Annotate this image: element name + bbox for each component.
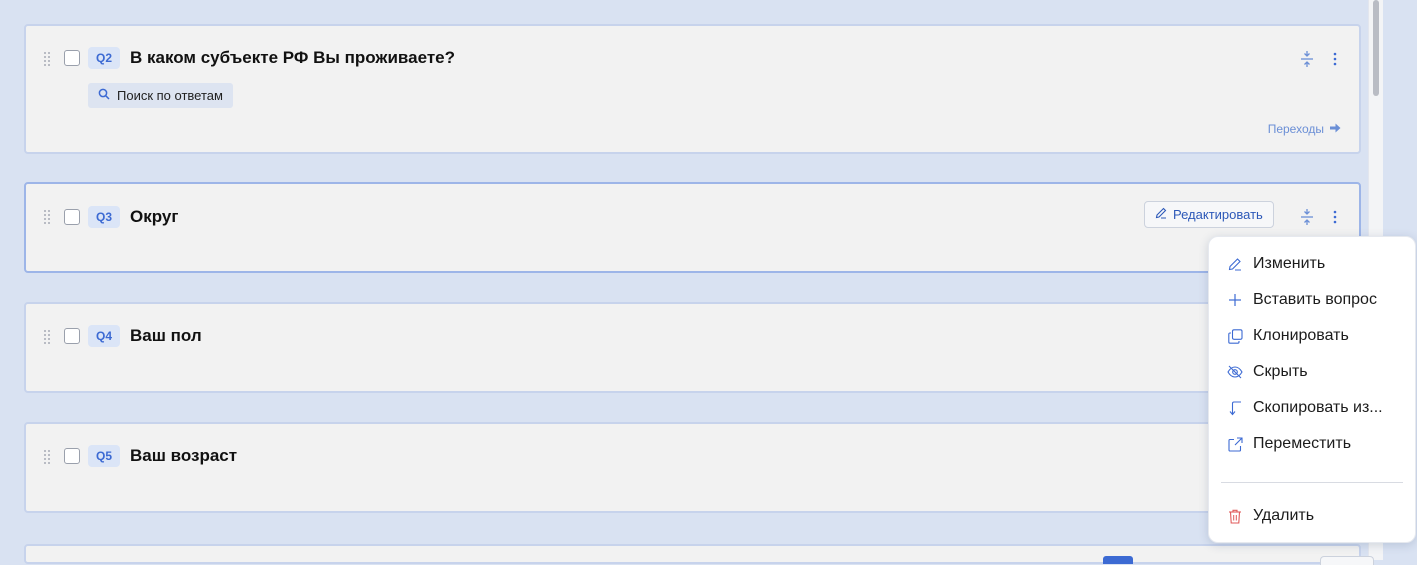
menu-item-clone[interactable]: Клонировать	[1227, 324, 1349, 348]
partial-button[interactable]	[1320, 556, 1374, 565]
trash-icon	[1227, 508, 1243, 524]
menu-item-label: Удалить	[1253, 507, 1315, 524]
question-checkbox[interactable]	[64, 448, 80, 464]
menu-item-label: Переместить	[1253, 435, 1352, 452]
question-title: В каком субъекте РФ Вы проживаете?	[130, 48, 456, 67]
edit-label: Редактировать	[1173, 207, 1263, 222]
question-title: Округ	[130, 207, 179, 226]
external-move-icon	[1227, 436, 1243, 452]
question-id-badge: Q3	[88, 206, 120, 228]
partial-blue-element[interactable]	[1103, 556, 1133, 564]
drag-handle-icon[interactable]	[44, 330, 52, 344]
menu-item-label: Скопировать из...	[1253, 399, 1383, 416]
menu-item-label: Вставить вопрос	[1253, 291, 1377, 308]
question-context-menu: Изменить Вставить вопрос Клонировать Скр…	[1208, 236, 1416, 543]
drag-handle-icon[interactable]	[44, 52, 52, 66]
drag-handle-icon[interactable]	[44, 210, 52, 224]
transitions-link[interactable]: Переходы	[1268, 122, 1341, 136]
menu-item-delete[interactable]: Удалить	[1227, 504, 1314, 528]
search-answers-label: Поиск по ответам	[117, 88, 223, 103]
search-icon	[98, 83, 110, 108]
collapse-icon[interactable]	[1298, 208, 1316, 226]
transitions-label: Переходы	[1267, 122, 1324, 136]
question-card-q4: Q4 Ваш пол	[24, 302, 1361, 393]
plus-icon	[1227, 292, 1243, 308]
question-id-badge: Q5	[88, 445, 120, 467]
menu-item-label: Клонировать	[1253, 327, 1349, 344]
search-answers-chip[interactable]: Поиск по ответам	[88, 83, 233, 108]
menu-item-hide[interactable]: Скрыть	[1227, 360, 1308, 384]
question-checkbox[interactable]	[64, 328, 80, 344]
pencil-icon	[1155, 207, 1167, 222]
more-vertical-icon[interactable]	[1326, 50, 1344, 68]
arrow-right-icon	[1330, 122, 1341, 136]
drag-handle-icon[interactable]	[44, 450, 52, 464]
question-checkbox[interactable]	[64, 209, 80, 225]
menu-item-insert-question[interactable]: Вставить вопрос	[1227, 288, 1377, 312]
copy-from-icon	[1227, 400, 1243, 416]
question-title: Ваш пол	[130, 326, 202, 345]
menu-item-label: Изменить	[1253, 255, 1326, 272]
question-id-badge: Q2	[88, 47, 120, 69]
menu-item-edit[interactable]: Изменить	[1227, 252, 1325, 276]
question-checkbox[interactable]	[64, 50, 80, 66]
question-card-q5: Q5 Ваш возраст	[24, 422, 1361, 513]
menu-divider	[1221, 482, 1403, 483]
edit-button[interactable]: Редактировать	[1144, 201, 1274, 228]
pencil-icon	[1227, 256, 1243, 272]
menu-item-move[interactable]: Переместить	[1227, 432, 1351, 456]
collapse-icon[interactable]	[1298, 50, 1316, 68]
menu-item-label: Скрыть	[1253, 363, 1308, 380]
more-vertical-icon[interactable]	[1326, 208, 1344, 226]
question-id-badge: Q4	[88, 325, 120, 347]
question-card-q3: Q3 Округ Редактировать	[24, 182, 1361, 273]
question-card-partial	[24, 544, 1361, 564]
question-title: Ваш возраст	[130, 446, 238, 465]
menu-item-copy-from[interactable]: Скопировать из...	[1227, 396, 1383, 420]
question-card-q2: Q2 В каком субъекте РФ Вы проживаете? По…	[24, 24, 1361, 154]
eye-off-icon	[1227, 364, 1243, 380]
scrollbar-thumb[interactable]	[1373, 0, 1379, 96]
clone-icon	[1227, 328, 1243, 344]
